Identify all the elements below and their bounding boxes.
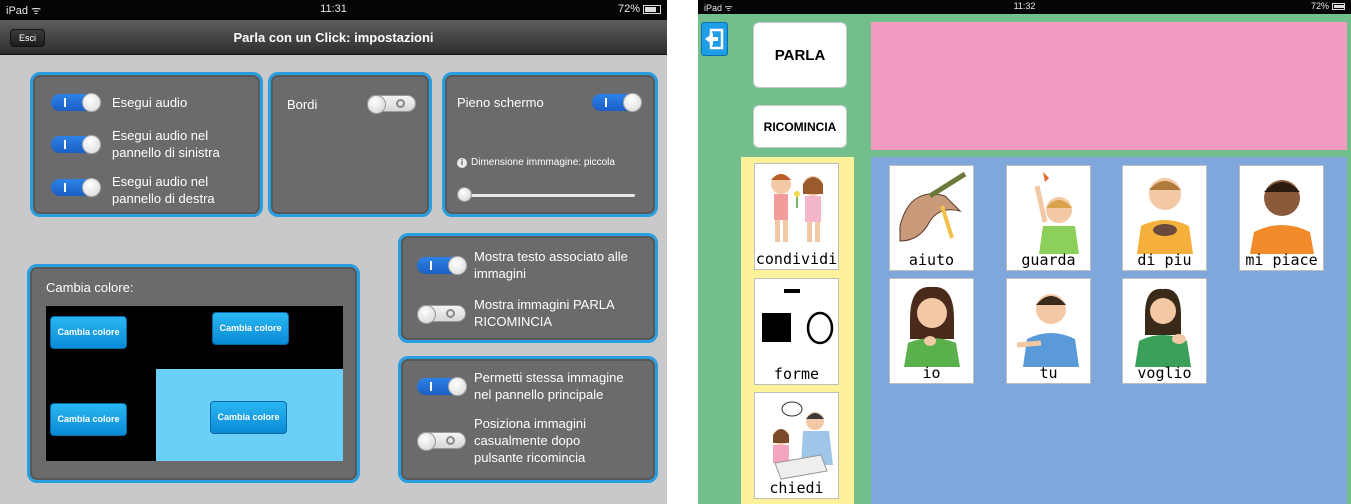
- card-aiuto[interactable]: aiuto: [889, 165, 974, 271]
- same-image-toggle[interactable]: [417, 377, 467, 396]
- battery-indicator: 72%: [618, 3, 661, 15]
- card-di-piu[interactable]: di piu: [1122, 165, 1207, 271]
- settings-screen: iPad ᯤ 11:31 72% Esci Parla con un Click…: [0, 0, 667, 504]
- card-label: guarda: [1021, 251, 1076, 269]
- change-color-button-3[interactable]: Cambia colore: [50, 403, 127, 436]
- play-audio-right-label: Esegui audio nel pannello di destra: [112, 174, 215, 206]
- card-label: mi piace: [1245, 251, 1318, 269]
- card-guarda[interactable]: guarda: [1006, 165, 1091, 271]
- asking-picture: [773, 401, 833, 480]
- speak-button[interactable]: PARLA: [753, 22, 847, 88]
- card-label: tu: [1039, 364, 1058, 382]
- battery-icon: [1332, 2, 1345, 10]
- want-picture: [1135, 288, 1191, 367]
- play-audio-right-toggle[interactable]: [51, 178, 101, 197]
- you-picture: [1016, 294, 1079, 367]
- image-size-label: Dimensione immmagine: piccola: [471, 157, 615, 168]
- play-audio-left-label: Esegui audio nel pannello di sinistra: [112, 128, 220, 160]
- image-size-info: i Dimensione immmagine: piccola: [457, 154, 615, 171]
- card-label: chiedi: [769, 479, 824, 497]
- battery-percent: 72%: [617, 3, 640, 15]
- color-preview: Cambia colore Cambia colore Cambia color…: [46, 306, 343, 461]
- image-size-slider[interactable]: [457, 187, 472, 202]
- page-title: Parla con un Click: impostazioni: [233, 30, 434, 45]
- card-label: di piu: [1137, 251, 1192, 269]
- card-voglio[interactable]: voglio: [1122, 278, 1207, 384]
- card-label: voglio: [1137, 364, 1192, 382]
- card-label: aiuto: [908, 251, 955, 269]
- change-color-button-2[interactable]: Cambia colore: [212, 312, 289, 345]
- battery-indicator: 72%: [1311, 1, 1345, 11]
- border-label: Bordi: [287, 97, 318, 112]
- random-position-toggle[interactable]: [417, 432, 466, 451]
- clock: 11:31: [320, 3, 347, 15]
- look-picture: [1034, 172, 1079, 254]
- fullscreen-label: Pieno schermo: [457, 95, 544, 110]
- show-text-label: Mostra testo associato alle immagini: [474, 249, 628, 281]
- play-audio-label: Esegui audio: [112, 95, 188, 110]
- show-text-toggle[interactable]: [417, 256, 467, 275]
- border-toggle[interactable]: [367, 95, 416, 114]
- battery-icon: [643, 4, 661, 14]
- random-position-label: Posiziona immagini casualmente dopo puls…: [474, 416, 586, 465]
- status-bar: iPad ᯤ 11:32 72%: [698, 0, 1351, 14]
- text-settings-panel: Mostra testo associato alle immagini Mos…: [398, 233, 658, 343]
- card-label: forme: [773, 365, 820, 383]
- communication-board-screen: iPad ᯤ 11:32 72% PARLA RICOMINCIA condiv…: [698, 0, 1351, 504]
- me-picture: [904, 286, 960, 367]
- card-tu[interactable]: tu: [1006, 278, 1091, 384]
- change-color-button-1[interactable]: Cambia colore: [50, 316, 127, 349]
- show-speak-images-toggle[interactable]: [417, 305, 466, 324]
- navigation-bar: Esci Parla con un Click: impostazioni: [0, 20, 667, 55]
- border-settings-panel: Bordi: [268, 72, 432, 217]
- audio-settings-panel: Esegui audio Esegui audio nel pannello d…: [30, 72, 263, 217]
- same-image-label: Permetti stessa immagine nel pannello pr…: [474, 370, 624, 402]
- clock: 11:32: [1013, 1, 1036, 11]
- info-icon: i: [457, 158, 467, 168]
- fullscreen-settings-panel: Pieno schermo i Dimensione immmagine: pic…: [442, 72, 658, 217]
- card-label: io: [922, 364, 941, 382]
- fullscreen-toggle[interactable]: [592, 93, 642, 112]
- shapes-picture: [762, 289, 834, 345]
- symbol-grid: aiuto guarda di piu mi piace io tu vogli…: [871, 157, 1347, 504]
- play-audio-toggle[interactable]: [51, 93, 101, 112]
- restart-button[interactable]: RICOMINCIA: [753, 105, 847, 148]
- card-mi-piace[interactable]: mi piace: [1239, 165, 1324, 271]
- show-speak-images-label: Mostra immagini PARLA RICOMINCIA: [474, 297, 615, 329]
- exit-button[interactable]: [701, 22, 728, 56]
- image-placement-panel: Permetti stessa immagine nel pannello pr…: [398, 356, 658, 483]
- status-bar: iPad ᯤ 11:31 72%: [0, 0, 667, 20]
- sharing-children-picture: [771, 174, 823, 242]
- color-settings-panel: Cambia colore: Cambia colore Cambia colo…: [27, 264, 360, 483]
- card-forme[interactable]: forme: [754, 278, 839, 385]
- card-label: condividi: [755, 250, 838, 268]
- sentence-bar[interactable]: [871, 22, 1347, 150]
- color-panel-title: Cambia colore:: [46, 280, 134, 295]
- help-picture: [899, 171, 967, 242]
- battery-percent: 72%: [1310, 1, 1329, 11]
- play-audio-left-toggle[interactable]: [51, 135, 101, 154]
- like-picture: [1250, 180, 1314, 254]
- card-chiedi[interactable]: chiedi: [754, 392, 839, 499]
- exit-icon: [705, 28, 724, 50]
- image-size-slider-track: [463, 194, 635, 197]
- card-io[interactable]: io: [889, 278, 974, 384]
- change-color-button-4[interactable]: Cambia colore: [210, 401, 287, 434]
- category-column: condividi forme chiedi: [741, 157, 854, 504]
- more-picture: [1137, 178, 1193, 254]
- card-condividi[interactable]: condividi: [754, 163, 839, 270]
